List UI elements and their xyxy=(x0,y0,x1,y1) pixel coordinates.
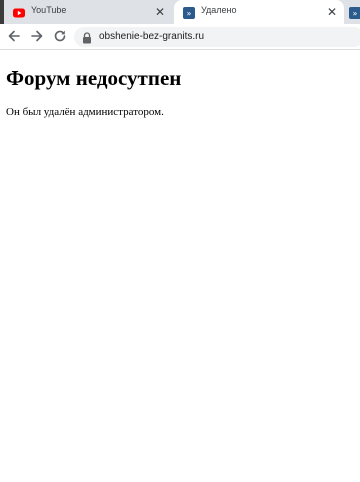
reload-icon xyxy=(54,30,66,42)
tab-title: YouTube xyxy=(31,5,67,15)
close-tab-icon[interactable]: ✕ xyxy=(324,4,340,20)
forum-icon: » xyxy=(183,6,195,19)
reload-button[interactable] xyxy=(51,27,69,45)
forward-button[interactable] xyxy=(28,27,46,45)
svg-text:»: » xyxy=(353,9,358,18)
close-tab-icon[interactable]: ✕ xyxy=(152,4,168,20)
tab-title: Удалено xyxy=(201,5,237,15)
page-message: Он был удалён администратором. xyxy=(6,106,164,118)
tab-youtube[interactable]: YouTube ✕ xyxy=(4,0,174,24)
page-title: Форум недосутпен xyxy=(6,66,182,90)
arrow-left-icon xyxy=(8,30,20,42)
youtube-icon xyxy=(13,6,25,18)
back-button[interactable] xyxy=(5,27,23,45)
arrow-right-icon xyxy=(31,30,43,42)
page-content: Форум недосутпен Он был удалён администр… xyxy=(0,50,360,482)
address-bar[interactable]: obshenie-bez-granits.ru xyxy=(74,27,360,47)
tab-strip: YouTube ✕ » Удалено ✕ » xyxy=(0,0,360,24)
lock-icon xyxy=(82,31,92,44)
tab-udaleno[interactable]: » Удалено ✕ xyxy=(174,0,344,24)
browser-window: YouTube ✕ » Удалено ✕ » obshenie-bez-gra… xyxy=(0,0,360,482)
browser-toolbar: obshenie-bez-granits.ru xyxy=(0,24,360,50)
url-text: obshenie-bez-granits.ru xyxy=(99,31,205,42)
forum-icon: » xyxy=(349,6,360,19)
tab-overflow[interactable]: » xyxy=(344,0,360,24)
svg-text:»: » xyxy=(187,9,192,18)
